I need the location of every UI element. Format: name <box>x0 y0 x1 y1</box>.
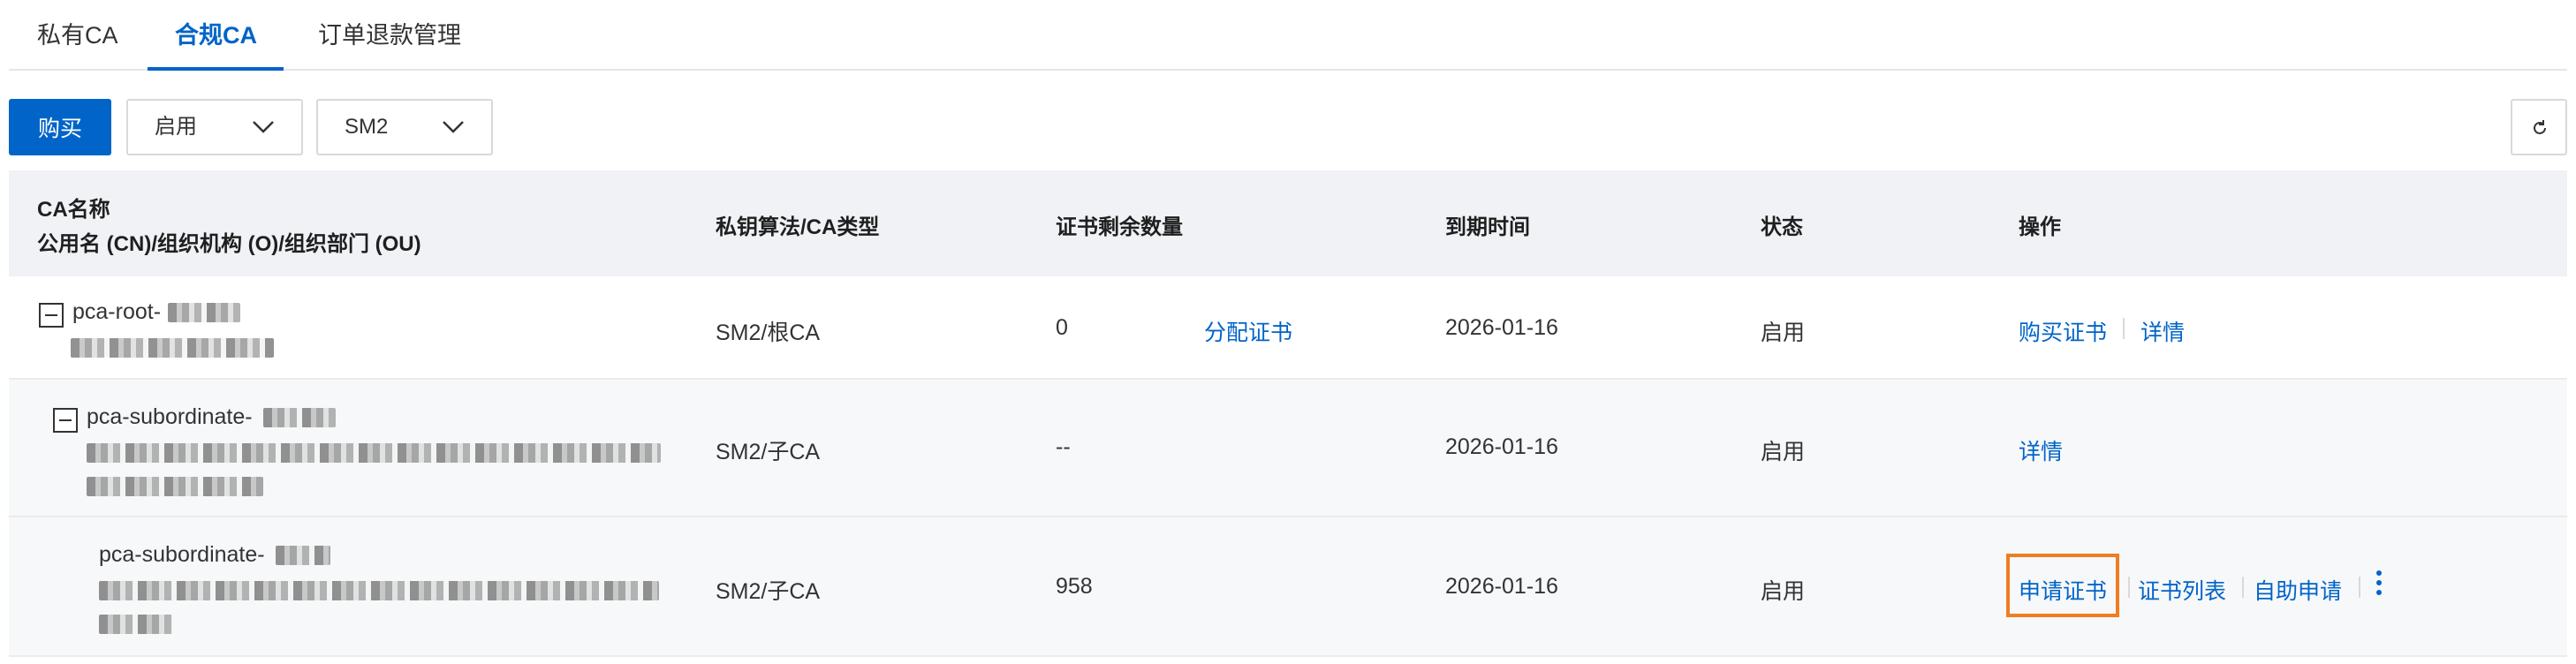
algorithm-cell: SM2/子CA <box>716 579 821 604</box>
algorithm-cell: SM2/根CA <box>716 321 821 345</box>
algorithm-select-value: SM2 <box>345 115 389 139</box>
tab-order-refund[interactable]: 订单退款管理 <box>318 16 461 71</box>
tab-compliance-ca[interactable]: 合规CA <box>175 16 257 71</box>
redacted-text <box>99 615 173 634</box>
buy-button[interactable]: 购买 <box>9 99 111 155</box>
self-service-apply-link[interactable]: 自助申请 <box>2254 574 2342 606</box>
redacted-text <box>168 303 240 322</box>
header-actions: 操作 <box>2019 215 2061 239</box>
table-row: pca-subordinate- SM2/子CA -- 2026-01-16 启… <box>9 380 2567 517</box>
expiry-cell: 2026-01-16 <box>1445 434 1558 459</box>
table-row: pca-subordinate- SM2/子CA 958 2026-01-16 … <box>9 517 2567 657</box>
toolbar: 购买 启用 SM2 <box>9 99 2567 157</box>
remaining-cell: 0 <box>1056 315 1068 340</box>
redacted-text <box>87 477 263 496</box>
refresh-button[interactable] <box>2511 99 2567 155</box>
divider <box>2123 318 2125 339</box>
chevron-down-icon <box>443 121 464 133</box>
cert-list-link[interactable]: 证书列表 <box>2138 574 2226 606</box>
header-remaining: 证书剩余数量 <box>1056 215 1183 239</box>
collapse-toggle[interactable] <box>39 303 64 328</box>
status-cell: 启用 <box>1761 440 1806 464</box>
expiry-cell: 2026-01-16 <box>1445 315 1558 340</box>
more-actions-icon[interactable] <box>2376 570 2383 600</box>
redacted-text <box>99 581 659 600</box>
header-ca-name: CA名称 <box>37 198 110 222</box>
redacted-text <box>87 443 661 463</box>
expiry-cell: 2026-01-16 <box>1445 574 1558 599</box>
status-cell: 启用 <box>1761 579 1806 604</box>
ca-name: pca-subordinate- <box>87 404 253 429</box>
ca-table: CA名称 公用名 (CN)/组织机构 (O)/组织部门 (OU) 私钥算法/CA… <box>9 170 2567 657</box>
remaining-cell: 958 <box>1056 574 1093 599</box>
apply-cert-link[interactable]: 申请证书 <box>2019 574 2107 606</box>
status-select-value: 启用 <box>155 115 197 139</box>
buy-cert-link[interactable]: 购买证书 <box>2019 315 2107 347</box>
header-algorithm: 私钥算法/CA类型 <box>716 215 880 239</box>
chevron-down-icon <box>253 121 274 133</box>
refresh-icon <box>2534 120 2546 134</box>
table-row: pca-root- SM2/根CA 0 分配证书 2026-01-16 启用 购… <box>9 276 2567 380</box>
collapse-toggle[interactable] <box>53 408 78 433</box>
ca-name: pca-subordinate- <box>99 542 265 567</box>
details-link[interactable]: 详情 <box>2140 315 2185 347</box>
divider <box>2242 577 2244 598</box>
status-cell: 启用 <box>1761 321 1806 345</box>
active-tab-indicator <box>148 67 284 71</box>
header-cn-o-ou: 公用名 (CN)/组织机构 (O)/组织部门 (OU) <box>37 232 421 256</box>
tab-private-ca[interactable]: 私有CA <box>37 16 118 71</box>
redacted-text <box>276 546 330 565</box>
divider <box>2359 577 2360 598</box>
divider <box>2128 577 2130 598</box>
algorithm-cell: SM2/子CA <box>716 440 821 464</box>
table-header: CA名称 公用名 (CN)/组织机构 (O)/组织部门 (OU) 私钥算法/CA… <box>9 170 2567 276</box>
header-status: 状态 <box>1761 215 1803 239</box>
algorithm-select[interactable]: SM2 <box>316 99 493 155</box>
tab-bar: 私有CA 合规CA 订单退款管理 <box>9 0 2567 71</box>
ca-name: pca-root- <box>72 299 162 324</box>
details-link[interactable]: 详情 <box>2019 434 2063 466</box>
remaining-cell: -- <box>1056 434 1071 459</box>
redacted-text <box>263 408 336 427</box>
allocate-cert-link[interactable]: 分配证书 <box>1204 315 1292 347</box>
redacted-text <box>71 338 274 358</box>
status-select[interactable]: 启用 <box>126 99 303 155</box>
header-expiry: 到期时间 <box>1445 215 1530 239</box>
